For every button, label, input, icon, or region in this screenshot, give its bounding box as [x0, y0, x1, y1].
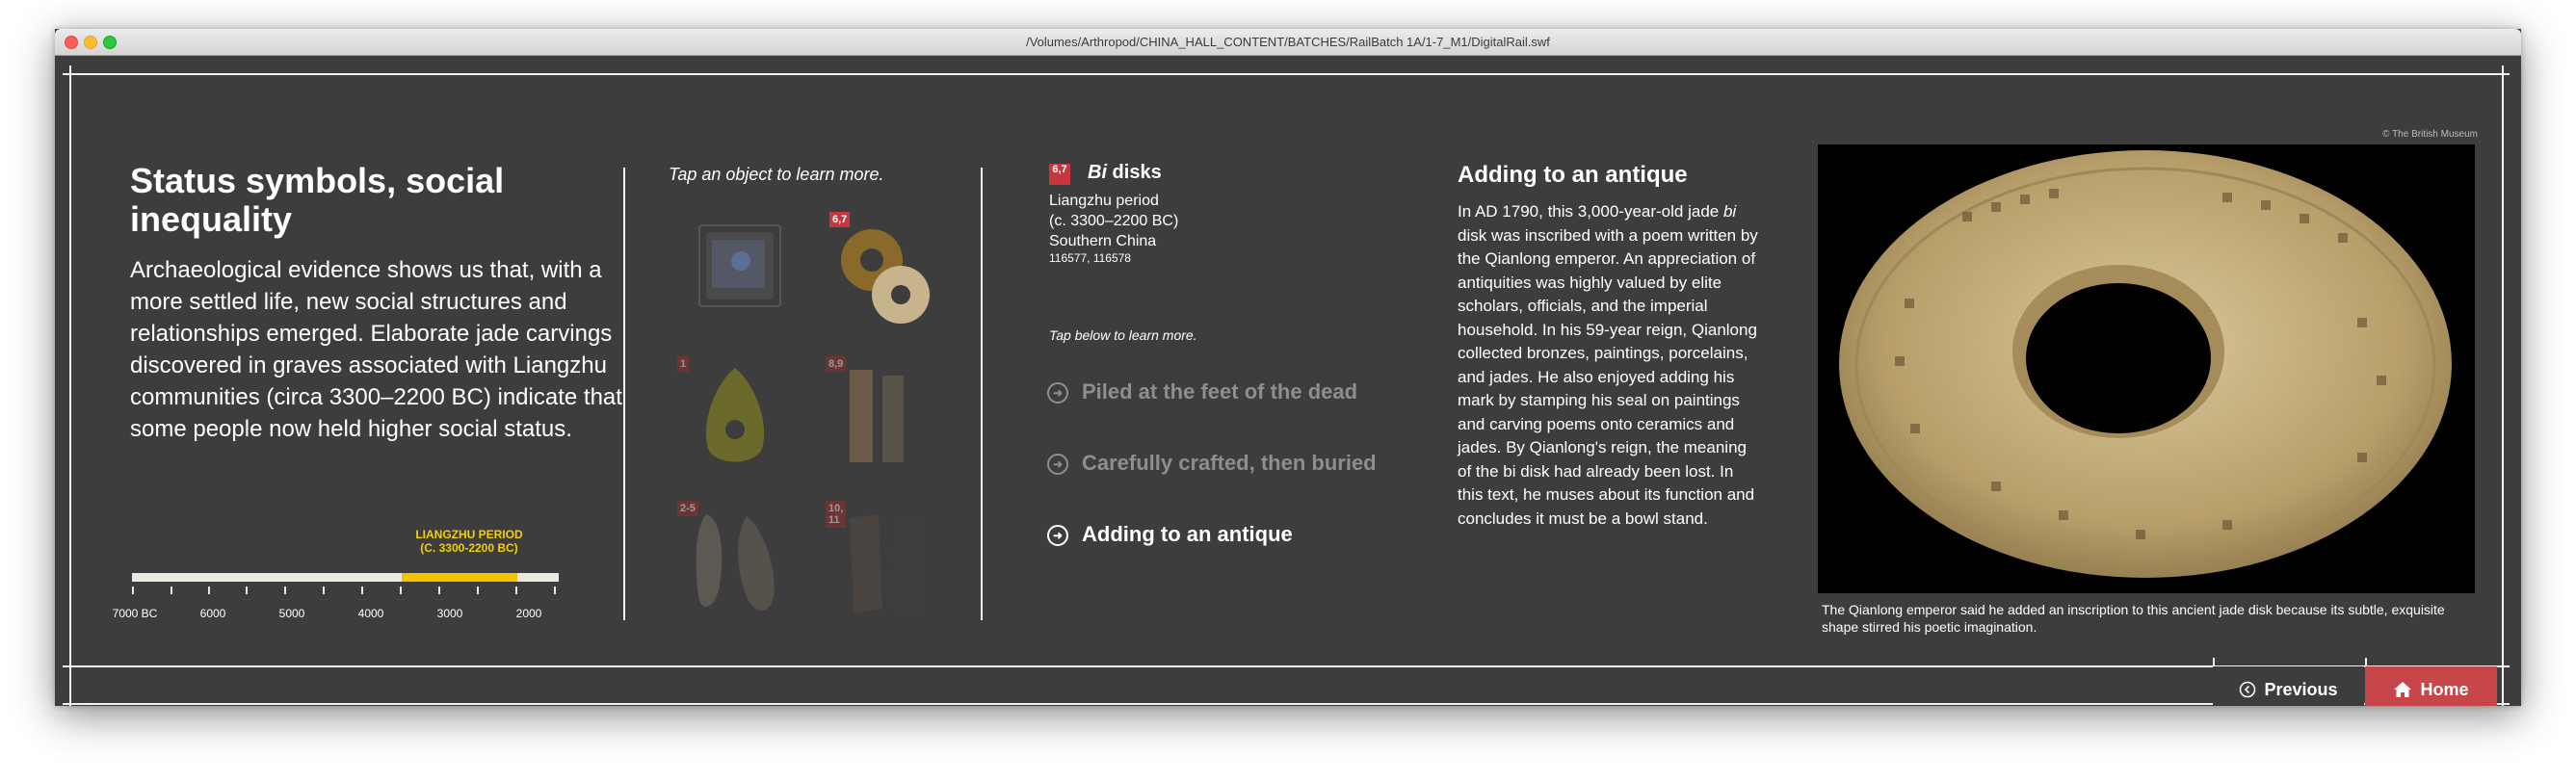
home-icon [2393, 666, 2412, 706]
object-title-rest: disks [1107, 162, 1162, 183]
timeline-tick [132, 586, 134, 594]
story-label: Adding to an antique [1082, 522, 1293, 546]
home-button[interactable]: Home [2365, 666, 2497, 706]
previous-button[interactable]: Previous [2213, 666, 2364, 706]
jade-ornaments-image [696, 514, 775, 612]
window-title: /Volumes/Arthropod/CHINA_HALL_CONTENT/BA… [1026, 35, 1550, 49]
copyright-notice: © The British Museum [2382, 129, 2478, 140]
frame-line-right [2502, 65, 2504, 706]
timeline-tick-label: 7000 BC [112, 607, 158, 620]
jade-blade-thumbnail[interactable] [840, 508, 936, 624]
period-label-line1: LIANGZHU PERIOD [415, 528, 523, 541]
timeline-tick [323, 586, 325, 594]
story-label: Carefully crafted, then buried [1082, 451, 1377, 475]
period-label-line2: (C. 3300-2200 BC) [420, 541, 518, 555]
app-window: /Volumes/Arthropod/CHINA_HALL_CONTENT/BA… [55, 29, 2521, 706]
timeline-tick [477, 586, 479, 594]
jade-pendant-thumbnail[interactable] [697, 364, 774, 470]
period-label: LIANGZHU PERIOD (C. 3300-2200 BC) [402, 528, 537, 555]
selected-object-badge: 6,7 [1049, 164, 1070, 185]
jade-tube-thumbnail[interactable] [840, 364, 917, 470]
timeline-tick [438, 586, 440, 594]
description-title: Adding to an antique [1458, 162, 1688, 188]
description-text-part2: disk was inscribed with a poem written b… [1458, 225, 1758, 528]
arrow-right-circle-icon: ➜ [1047, 525, 1068, 546]
photo-caption: The Qianlong emperor said he added an in… [1822, 602, 2445, 635]
chevron-left-circle-icon [2239, 666, 2256, 706]
object-dates: (c. 3300–2200 BC) [1049, 213, 1179, 229]
timeline-highlight [402, 573, 517, 582]
jade-pendant-image [705, 368, 765, 462]
bronze-object-thumbnail[interactable] [698, 224, 781, 307]
timeline-tick [400, 586, 402, 594]
frame-line-top [63, 73, 2510, 75]
section-title: Status symbols, social inequality [130, 161, 505, 239]
timeline-tick [361, 586, 363, 594]
bi-disk-photo [1818, 144, 2475, 593]
story-link-crafted[interactable]: ➜ Carefully crafted, then buried [1047, 451, 1377, 476]
frame-line-bottom-upper [63, 665, 2510, 667]
bi-disks-image [841, 229, 930, 324]
arrow-right-circle-icon: ➜ [1047, 454, 1068, 475]
jade-ornament-thumbnail[interactable] [691, 508, 787, 624]
jade-blades-image [850, 514, 923, 614]
objects-instruction: Tap an object to learn more. [669, 165, 884, 184]
timeline-tick [554, 586, 556, 594]
story-label: Piled at the feet of the dead [1082, 379, 1358, 404]
bronze-object-image [706, 232, 774, 300]
home-label: Home [2420, 680, 2469, 699]
timeline-tick-label: 5000 [278, 607, 305, 620]
description-text: In AD 1790, this 3,000-year-old jade bi … [1458, 200, 1762, 531]
timeline-tick-label: 2000 [515, 607, 542, 620]
timeline-tick [171, 586, 172, 594]
story-link-piled[interactable]: ➜ Piled at the feet of the dead [1047, 379, 1357, 404]
jade-tubes-image [850, 370, 904, 462]
bi-disk-thumbnail[interactable] [833, 220, 939, 326]
intro-text: Archaeological evidence shows us that, w… [130, 257, 622, 442]
description-text-bi: bi [1722, 202, 1737, 221]
timeline-tick-label: 4000 [357, 607, 384, 620]
timeline-tick [284, 586, 286, 594]
frame-line-left [69, 65, 71, 706]
stories-instruction: Tap below to learn more. [1049, 327, 1197, 343]
title-bar: /Volumes/Arthropod/CHINA_HALL_CONTENT/BA… [55, 29, 2521, 56]
timeline-tick-label: 6000 [199, 607, 226, 620]
object-metadata: Liangzhu period (c. 3300–2200 BC) Southe… [1049, 191, 1178, 251]
timeline-tick-label: 3000 [436, 607, 463, 620]
object-badge-1: 1 [677, 356, 690, 372]
bi-disk-illustration [1839, 150, 2452, 578]
description-text-part1: In AD 1790, this 3,000-year-old jade [1458, 202, 1723, 221]
timeline-tick [515, 586, 517, 594]
previous-label: Previous [2264, 680, 2338, 699]
object-period: Liangzhu period [1049, 193, 1159, 209]
rail-content: Status symbols, social inequality Archae… [55, 56, 2521, 706]
story-link-antique[interactable]: ➜ Adding to an antique [1047, 522, 1293, 547]
object-ids: 116577, 116578 [1049, 251, 1131, 265]
column-divider-2 [981, 168, 983, 620]
object-title-italic: Bi [1088, 162, 1107, 183]
frame-line-bottom-lower [63, 703, 2510, 705]
object-place: Southern China [1049, 233, 1157, 249]
timeline-tick [208, 586, 210, 594]
timeline-tick [246, 586, 248, 594]
arrow-right-circle-icon: ➜ [1047, 382, 1068, 404]
object-title: Bi disks [1088, 162, 1162, 184]
